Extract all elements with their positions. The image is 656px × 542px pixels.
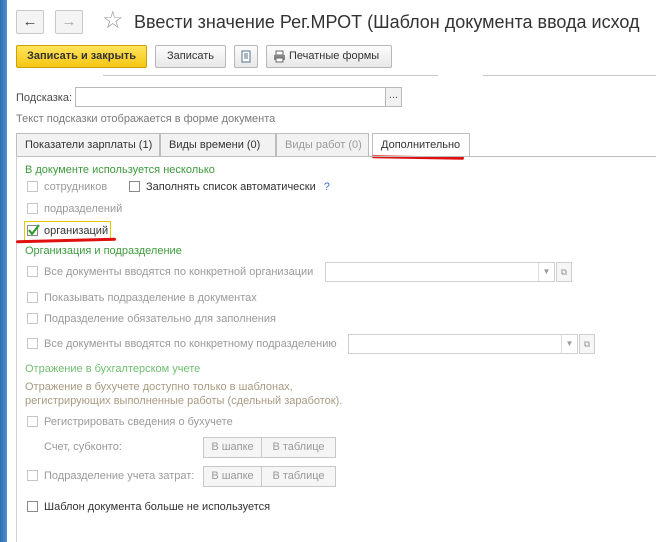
tab-salary-indicators[interactable]: Показатели зарплаты (1) — [16, 133, 160, 157]
organization-open-button[interactable]: ⧉ — [556, 262, 572, 282]
template-unused-row: Шаблон документа больше не используется — [27, 501, 270, 513]
register-checkbox[interactable] — [27, 416, 38, 427]
organizations-label: организаций — [44, 225, 109, 237]
department-open-button[interactable]: ⧉ — [579, 334, 595, 354]
account-label: Счет, субконто: — [44, 441, 122, 453]
arrow-left-icon: ← — [22, 13, 38, 30]
cost-in-table-button[interactable]: В таблице — [261, 466, 336, 487]
organizations-checkbox[interactable] — [27, 224, 40, 236]
accounting-title: Отражение в бухгалтерском учете — [25, 363, 201, 375]
all-docs-dept-checkbox[interactable] — [27, 338, 38, 349]
save-button[interactable]: Записать — [155, 45, 226, 68]
hint-description: Текст подсказки отображается в форме док… — [16, 113, 276, 125]
accounting-note-line2: регистрирующих выполненные работы (сдель… — [25, 395, 343, 407]
show-dept-label: Показывать подразделение в документах — [44, 292, 257, 304]
cost-dept-row: Подразделение учета затрат: — [27, 470, 194, 482]
show-dept-checkbox[interactable] — [27, 292, 38, 303]
all-docs-dept-label: Все документы вводятся по конкретному по… — [44, 338, 337, 350]
cost-dept-label: Подразделение учета затрат: — [44, 470, 195, 482]
autofill-checkbox[interactable] — [129, 181, 140, 192]
org-dept-title: Организация и подразделение — [25, 245, 182, 257]
dept-required-label: Подразделение обязательно для заполнения — [44, 313, 276, 325]
autofill-row: Заполнять список автоматически? — [129, 181, 330, 193]
document-icon-button[interactable] — [234, 45, 258, 68]
all-docs-org-checkbox[interactable] — [27, 266, 38, 277]
back-button[interactable]: ← — [16, 10, 44, 34]
print-forms-button[interactable]: Печатные формы — [266, 45, 392, 68]
employees-checkbox[interactable] — [27, 181, 38, 192]
department-select[interactable]: ▼ — [348, 334, 578, 354]
template-unused-checkbox[interactable] — [27, 501, 38, 512]
field-border-right — [483, 66, 656, 76]
cost-dept-checkbox[interactable] — [27, 470, 38, 481]
forward-button[interactable]: → — [55, 10, 83, 34]
checkmark-icon — [28, 224, 40, 236]
organization-select[interactable]: ▼ — [325, 262, 555, 282]
star-icon[interactable]: ☆ — [102, 8, 124, 34]
tab-additional[interactable]: Дополнительно — [372, 133, 470, 157]
dept-required-checkbox[interactable] — [27, 313, 38, 324]
register-row: Регистрировать сведения о бухучете — [27, 416, 233, 428]
help-icon[interactable]: ? — [324, 181, 330, 193]
departments-row: подразделений — [27, 203, 122, 215]
page-title: Ввести значение Рег.МРОТ (Шаблон докумен… — [134, 12, 640, 32]
tab-time-types[interactable]: Виды времени (0) — [160, 133, 276, 157]
left-edge-strip — [0, 0, 7, 542]
account-in-table-button[interactable]: В таблице — [261, 437, 336, 458]
cost-in-header-button[interactable]: В шапке — [203, 466, 262, 487]
hint-select-button[interactable]: ... — [385, 87, 402, 107]
dept-required-row: Подразделение обязательно для заполнения — [27, 313, 276, 325]
hint-input[interactable] — [75, 87, 386, 107]
save-close-button[interactable]: Записать и закрыть — [16, 45, 147, 68]
all-docs-org-label: Все документы вводятся по конкретной орг… — [44, 266, 314, 278]
open-icon: ⧉ — [583, 339, 591, 349]
printer-icon — [274, 50, 285, 63]
all-docs-org-row: Все документы вводятся по конкретной орг… — [27, 266, 313, 278]
accounting-note-line1: Отражение в бухучете доступно только в ш… — [25, 381, 293, 393]
chevron-down-icon[interactable]: ▼ — [561, 335, 577, 353]
autofill-label: Заполнять список автоматически — [146, 181, 316, 193]
tab-work-types[interactable]: Виды работ (0) — [276, 133, 369, 157]
print-forms-label: Печатные формы — [289, 50, 380, 62]
chevron-down-icon[interactable]: ▼ — [538, 263, 554, 281]
employees-label: сотрудников — [44, 181, 108, 193]
field-border-left — [103, 66, 438, 76]
departments-label: подразделений — [44, 203, 123, 215]
all-docs-dept-row: Все документы вводятся по конкретному по… — [27, 338, 337, 350]
register-label: Регистрировать сведения о бухучете — [44, 416, 233, 428]
document-icon — [241, 50, 251, 63]
departments-checkbox[interactable] — [27, 203, 38, 214]
employees-row: сотрудников — [27, 181, 107, 193]
doc-usage-title: В документе используется несколько — [25, 164, 215, 176]
hint-label: Подсказка: — [16, 92, 73, 104]
account-in-header-button[interactable]: В шапке — [203, 437, 262, 458]
arrow-right-icon: → — [61, 13, 77, 30]
template-unused-label: Шаблон документа больше не используется — [44, 501, 271, 513]
form-header: ← → ☆ Ввести значение Рег.МРОТ (Шаблон д… — [7, 0, 656, 42]
show-dept-row: Показывать подразделение в документах — [27, 292, 257, 304]
open-icon: ⧉ — [560, 267, 568, 277]
